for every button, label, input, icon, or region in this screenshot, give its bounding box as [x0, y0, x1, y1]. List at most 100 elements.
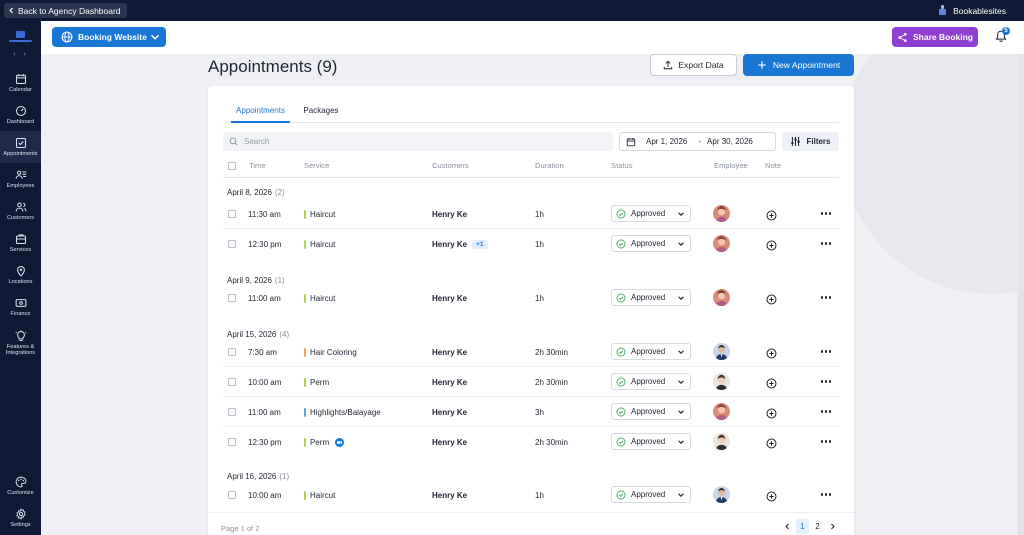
collapse-sidebar-icon[interactable]: ‹ ›: [12, 51, 30, 58]
more-actions-icon[interactable]: [819, 374, 833, 389]
sidebar-item-services[interactable]: Services: [0, 227, 41, 259]
employee-avatar[interactable]: [713, 205, 730, 222]
row-checkbox[interactable]: [228, 348, 236, 356]
row-checkbox[interactable]: [228, 240, 236, 248]
customer-name: Henry Ke: [432, 239, 468, 249]
add-note-icon[interactable]: [766, 346, 777, 359]
row-checkbox[interactable]: [228, 378, 236, 386]
check-circle-icon: [616, 407, 626, 416]
sidebar-item-dashboard[interactable]: Dashboard: [0, 99, 41, 131]
export-data-button[interactable]: Export Data: [650, 54, 737, 76]
status-select[interactable]: Approved: [611, 289, 691, 306]
status-label: Approved: [631, 377, 666, 386]
table-row[interactable]: 11:00 am Highlights/Balayage Henry Ke 3h App…: [223, 397, 839, 427]
service-name: Highlights/Balayage: [310, 407, 381, 417]
date-range-picker[interactable]: Apr 1, 2026 - Apr 30, 2026: [619, 132, 776, 151]
employee-avatar[interactable]: [713, 343, 730, 360]
new-appointment-button[interactable]: New Appointment: [743, 54, 854, 76]
employee-avatar[interactable]: [713, 433, 730, 450]
add-note-icon[interactable]: [766, 436, 777, 449]
row-checkbox[interactable]: [228, 294, 236, 302]
pin-icon: [16, 265, 25, 277]
sidebar-item-calendar[interactable]: Calendar: [0, 67, 41, 99]
employee-avatar[interactable]: [713, 289, 730, 306]
employee-avatar[interactable]: [713, 486, 730, 503]
sidebar-item-label: Calendar: [9, 86, 32, 93]
more-actions-icon[interactable]: [819, 206, 833, 221]
booking-website-select[interactable]: Booking Website: [52, 27, 166, 47]
prev-page-button[interactable]: [781, 519, 794, 534]
row-checkbox[interactable]: [228, 408, 236, 416]
brand-logo-icon: [938, 5, 947, 16]
palette-icon: [15, 476, 26, 488]
extra-customers-badge[interactable]: +1: [472, 239, 488, 249]
table-row[interactable]: 12:30 pm Haircut Henry Ke +1 1h Approved: [223, 229, 839, 259]
table-row[interactable]: 7:30 am Hair Coloring Henry Ke 2h 30min Appr…: [223, 337, 839, 367]
add-note-icon[interactable]: [766, 406, 777, 419]
customer-name: Henry Ke: [432, 209, 468, 219]
row-checkbox[interactable]: [228, 210, 236, 218]
table-row[interactable]: 11:00 am Haircut Henry Ke 1h Approved: [223, 283, 839, 313]
customer-name: Henry Ke: [432, 407, 468, 417]
sidebar-item-employees[interactable]: Employees: [0, 163, 41, 195]
sidebar-item-appointments[interactable]: Appointments: [0, 131, 41, 163]
sidebar-item-settings[interactable]: Settings: [0, 502, 41, 534]
duration-cell: 2h 30min: [535, 377, 568, 387]
tab-appointments[interactable]: Appointments: [231, 99, 290, 123]
brand-link[interactable]: Bookablesites: [938, 3, 1006, 18]
status-select[interactable]: Approved: [611, 235, 691, 252]
status-select[interactable]: Approved: [611, 205, 691, 222]
share-booking-button[interactable]: Share Booking: [892, 27, 978, 47]
duration-cell: 1h: [535, 293, 544, 303]
back-to-agency-button[interactable]: Back to Agency Dashboard: [4, 3, 127, 18]
employee-avatar[interactable]: [713, 235, 730, 252]
chevron-down-icon: [150, 34, 160, 40]
filters-button[interactable]: Filters: [782, 132, 839, 151]
employee-avatar[interactable]: [713, 403, 730, 420]
service-color-indicator: [304, 347, 306, 357]
more-actions-icon[interactable]: [819, 290, 833, 305]
sidebar-item-finance[interactable]: Finance: [0, 291, 41, 323]
sidebar-item-locations[interactable]: Locations: [0, 259, 41, 291]
service-name: Perm: [310, 377, 330, 387]
more-actions-icon[interactable]: [819, 236, 833, 251]
select-all-checkbox[interactable]: [228, 162, 236, 170]
row-checkbox[interactable]: [228, 438, 236, 446]
share-label: Share Booking: [913, 32, 973, 42]
add-note-icon[interactable]: [766, 489, 777, 502]
status-select[interactable]: Approved: [611, 433, 691, 450]
customer-name: Henry Ke: [432, 437, 468, 447]
table-row[interactable]: 11:30 am Haircut Henry Ke 1h Approved: [223, 199, 839, 229]
table-row[interactable]: 12:30 pm Perm Henry Ke 2h 30min Approved: [223, 427, 839, 457]
add-note-icon[interactable]: [766, 238, 777, 251]
search-input[interactable]: [244, 137, 604, 146]
employee-avatar[interactable]: [713, 373, 730, 390]
table-row[interactable]: 10:00 am Perm Henry Ke 2h 30min Approved: [223, 367, 839, 397]
add-note-icon[interactable]: [766, 376, 777, 389]
tab-packages[interactable]: Packages: [299, 99, 343, 123]
sidebar-item-customers[interactable]: Customers: [0, 195, 41, 227]
status-select[interactable]: Approved: [611, 403, 691, 420]
scrollbar[interactable]: [1018, 54, 1024, 535]
status-select[interactable]: Approved: [611, 373, 691, 390]
add-note-icon[interactable]: [766, 292, 777, 305]
customer-cell: Henry Ke: [432, 337, 467, 367]
row-checkbox[interactable]: [228, 491, 236, 499]
status-select[interactable]: Approved: [611, 486, 691, 503]
page-2-button[interactable]: 2: [811, 519, 824, 534]
page-1-button[interactable]: 1: [796, 519, 809, 534]
sidebar-item-features-integrations[interactable]: Features & Integrations: [0, 327, 41, 359]
add-note-icon[interactable]: [766, 208, 777, 221]
table-row[interactable]: 10:00 am Haircut Henry Ke 1h Approved: [223, 480, 839, 510]
logo-icon: [9, 31, 32, 45]
next-page-button[interactable]: [826, 519, 839, 534]
more-actions-icon[interactable]: [819, 434, 833, 449]
service-name: Haircut: [310, 293, 336, 303]
more-actions-icon[interactable]: [819, 487, 833, 502]
sidebar-item-customize[interactable]: Customize: [0, 470, 41, 502]
more-actions-icon[interactable]: [819, 404, 833, 419]
customer-name: Henry Ke: [432, 490, 468, 500]
time-cell: 12:30 pm: [248, 437, 282, 447]
more-actions-icon[interactable]: [819, 344, 833, 359]
status-select[interactable]: Approved: [611, 343, 691, 360]
